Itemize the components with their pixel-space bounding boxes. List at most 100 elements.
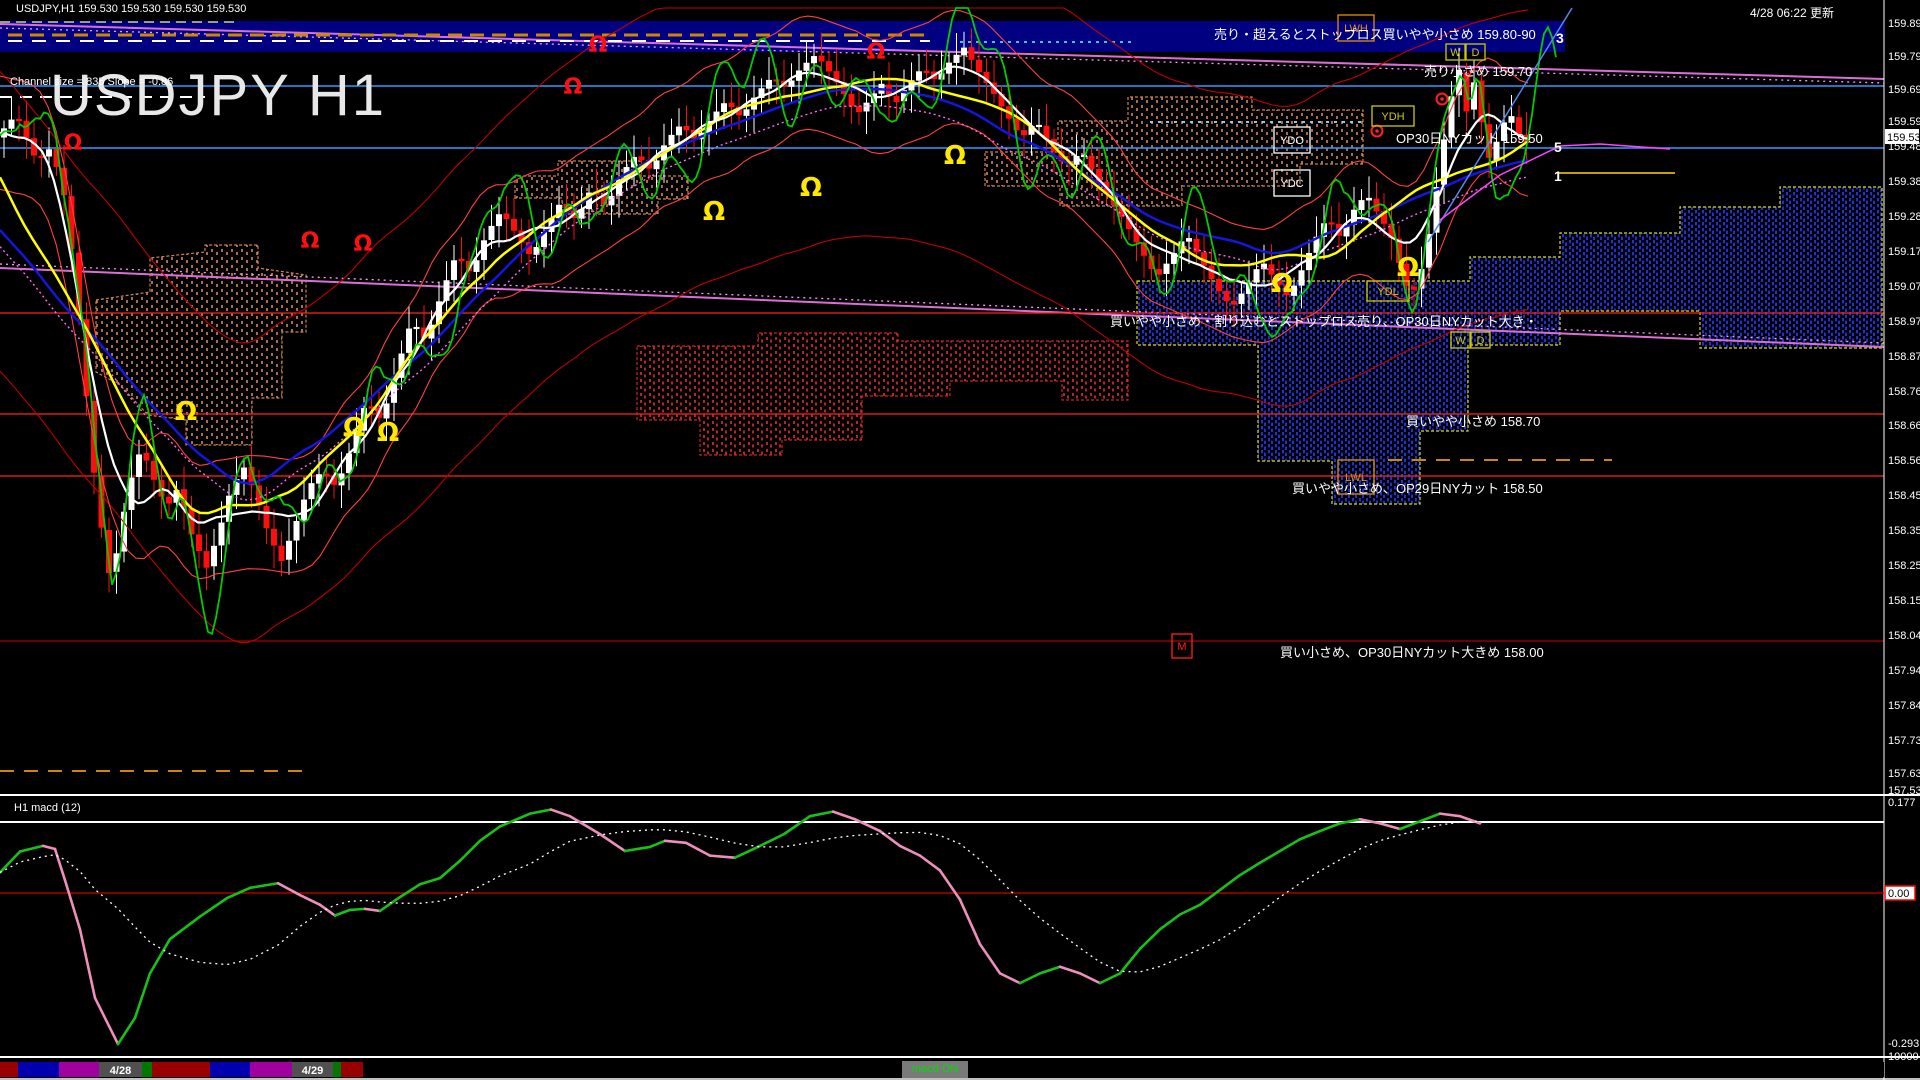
timeline-segment[interactable]	[0, 1062, 18, 1077]
macd-main-line	[95, 998, 118, 1044]
macd-current-label: 0.00	[1888, 888, 1909, 900]
level-label-text-M: M	[1177, 641, 1186, 653]
candle-body	[504, 214, 509, 219]
macd-main-line	[1240, 863, 1260, 875]
candle-body	[677, 127, 682, 135]
candle-body	[144, 453, 149, 460]
timeline-segment[interactable]	[341, 1062, 363, 1077]
macd-main-line	[1000, 973, 1020, 983]
macd-main-line	[600, 834, 625, 851]
macd-main-line	[43, 846, 55, 849]
macd-main-line	[551, 810, 570, 817]
candle-body	[167, 497, 172, 503]
candle-body	[864, 103, 869, 111]
alert-circle-dot	[1375, 129, 1379, 133]
ichimoku-cloud-0	[96, 245, 306, 445]
candle-body	[287, 541, 292, 559]
candle-body	[827, 62, 832, 71]
candle-body	[1509, 117, 1514, 123]
annotation-note: 買いやや小さめ 158.70	[1406, 414, 1540, 429]
candle-body	[272, 529, 277, 545]
candle-body	[279, 546, 284, 560]
candle-body	[212, 546, 217, 565]
candle-body	[894, 97, 899, 102]
price-axis-label: 159.280	[1888, 211, 1920, 223]
candle-body	[969, 48, 974, 60]
price-axis-label: 158.150	[1888, 595, 1920, 607]
candle-body	[789, 81, 794, 86]
candle-body	[849, 94, 854, 106]
macd-main-line	[200, 898, 227, 916]
timeline-segment[interactable]	[18, 1062, 59, 1077]
candle-body	[152, 461, 157, 479]
timeline-segment[interactable]	[250, 1062, 292, 1077]
candle-body	[1089, 156, 1094, 168]
macd-main-line	[833, 812, 855, 820]
candle-body	[9, 120, 14, 128]
candle-body	[137, 455, 142, 477]
candle-body	[639, 157, 644, 160]
price-axis-label: 158.765	[1888, 386, 1920, 398]
timeline-segment[interactable]	[142, 1062, 152, 1077]
price-axis-label: 159.690	[1888, 84, 1920, 96]
candle-body	[452, 261, 457, 280]
candle-body	[669, 135, 674, 145]
annotation-note: 売り小さめ 159.70	[1424, 64, 1532, 79]
timeline-segment[interactable]	[363, 1062, 1884, 1077]
timeline-segment[interactable]	[152, 1062, 210, 1077]
candle-body	[24, 121, 29, 137]
candle-body	[39, 156, 44, 157]
level-label-text-D: D	[1477, 335, 1485, 347]
price-chart-canvas[interactable]: ΩΩΩΩΩΩΩΩΩΩΩΩΩΩLWHWDYDHYDOYDCYDLWDLWLM売り・…	[0, 0, 1920, 1080]
candle-body	[1239, 294, 1244, 303]
candle-body	[197, 535, 202, 551]
macd-main-line	[530, 810, 551, 814]
candle-body	[17, 120, 22, 121]
annotation-note: 買いやや小さめ、OP29日NYカット 158.50	[1292, 481, 1543, 496]
price-axis-label: 158.355	[1888, 525, 1920, 537]
price-axis-label: 158.045	[1888, 630, 1920, 642]
omega-marker-red: Ω	[867, 40, 886, 65]
omega-marker-yellow: Ω	[1397, 253, 1419, 283]
level-label-text-W: W	[1455, 335, 1466, 347]
candle-body	[204, 552, 209, 568]
timeline-segment[interactable]	[210, 1062, 250, 1077]
macd-main-line	[1180, 905, 1200, 915]
macd-axis-label: 10000	[1888, 1051, 1919, 1063]
price-axis-label: 159.895	[1888, 18, 1920, 30]
macd-main-line	[150, 939, 170, 973]
chart-window: ΩΩΩΩΩΩΩΩΩΩΩΩΩΩLWHWDYDHYDOYDCYDLWDLWLM売り・…	[0, 0, 1920, 1080]
candle-body	[1217, 279, 1222, 290]
timeline-segment[interactable]	[59, 1062, 99, 1077]
macd-toggle-button[interactable]: macd ON	[902, 1061, 968, 1078]
macd-main-line	[710, 856, 735, 858]
macd-main-line	[920, 856, 940, 871]
macd-main-line	[65, 880, 80, 929]
candle-body	[129, 478, 134, 509]
price-axis-label: 157.940	[1888, 665, 1920, 677]
candle-body	[962, 48, 967, 55]
candle-body	[219, 523, 224, 545]
candle-body	[1412, 287, 1417, 289]
macd-main-line	[365, 909, 380, 911]
timeline-date-label: 4/29	[302, 1065, 323, 1077]
timeline-segment[interactable]	[333, 1062, 341, 1077]
macd-axis-label: -0.293	[1888, 1038, 1919, 1050]
macd-main-line	[1380, 823, 1400, 829]
omega-marker-yellow: Ω	[377, 418, 399, 448]
ichimoku-cloud-2	[985, 97, 1363, 206]
macd-main-line	[1040, 967, 1060, 974]
candle-body	[722, 104, 727, 112]
macd-main-line	[980, 944, 1000, 973]
macd-main-line	[810, 812, 833, 817]
price-axis-label: 158.660	[1888, 420, 1920, 432]
candle-body	[1359, 201, 1364, 210]
macd-main-line	[135, 973, 150, 1018]
candle-body	[47, 150, 52, 156]
price-axis-label: 159.385	[1888, 176, 1920, 188]
level-label-text-YDO: YDO	[1280, 135, 1304, 147]
macd-axis-label: 0.177	[1888, 797, 1916, 809]
price-axis-label: 159.075	[1888, 281, 1920, 293]
macd-main-line	[460, 841, 480, 861]
price-axis-label: 159.590	[1888, 116, 1920, 128]
